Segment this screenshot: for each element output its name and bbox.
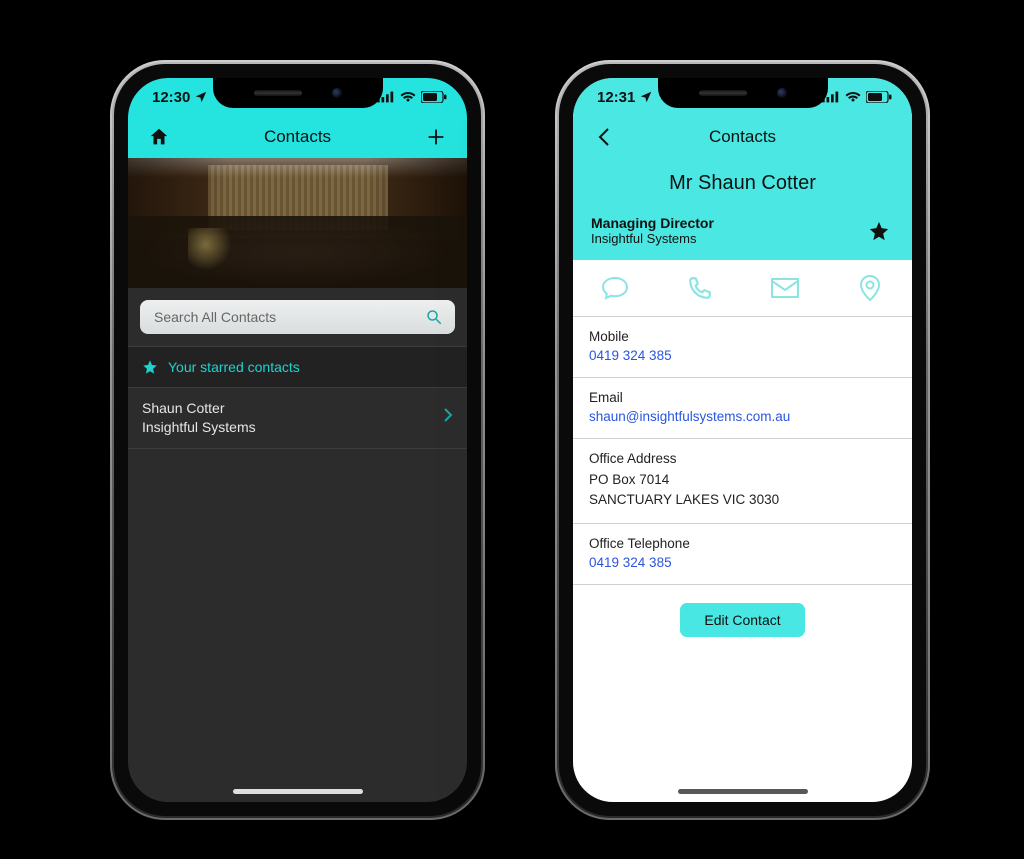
hero-image bbox=[128, 158, 467, 288]
detail-label: Office Telephone bbox=[589, 536, 896, 551]
starred-header: Your starred contacts bbox=[128, 346, 467, 388]
search-icon bbox=[425, 308, 443, 326]
back-button[interactable] bbox=[589, 122, 619, 152]
detail-mobile: Mobile 0419 324 385 bbox=[573, 317, 912, 378]
mobile-link[interactable]: 0419 324 385 bbox=[589, 348, 896, 363]
search-field[interactable] bbox=[140, 300, 455, 334]
email-link[interactable]: shaun@insightfulsystems.com.au bbox=[589, 409, 896, 424]
detail-label: Email bbox=[589, 390, 896, 405]
wifi-icon bbox=[845, 91, 861, 103]
star-toggle[interactable] bbox=[864, 216, 894, 246]
details-list: Mobile 0419 324 385 Email shaun@insightf… bbox=[573, 317, 912, 741]
detail-address: Office Address PO Box 7014 SANCTUARY LAK… bbox=[573, 439, 912, 524]
chevron-right-icon bbox=[443, 407, 453, 428]
starred-label: Your starred contacts bbox=[168, 359, 300, 375]
phone-contacts-list: 12:30 Contacts bbox=[110, 60, 485, 820]
address-line1: PO Box 7014 bbox=[589, 470, 896, 490]
star-icon bbox=[868, 220, 890, 242]
page-title: Contacts bbox=[619, 127, 866, 147]
home-button[interactable] bbox=[144, 122, 174, 152]
chevron-back-icon bbox=[597, 127, 611, 147]
location-arrow-icon bbox=[639, 90, 653, 104]
location-pin-icon bbox=[859, 274, 881, 302]
edit-contact-button[interactable]: Edit Contact bbox=[680, 603, 804, 637]
contact-company: Insightful Systems bbox=[591, 231, 714, 246]
home-icon bbox=[148, 126, 170, 148]
battery-icon bbox=[866, 91, 892, 103]
contact-role: Managing Director bbox=[591, 215, 714, 231]
message-action[interactable] bbox=[595, 268, 635, 308]
office-tel-link[interactable]: 0419 324 385 bbox=[589, 555, 896, 570]
contact-name: Shaun Cotter bbox=[142, 399, 256, 418]
add-contact-button[interactable] bbox=[421, 122, 451, 152]
navbar: Contacts bbox=[128, 116, 467, 158]
plus-icon bbox=[425, 126, 447, 148]
contact-row[interactable]: Shaun Cotter Insightful Systems bbox=[128, 388, 467, 449]
detail-email: Email shaun@insightfulsystems.com.au bbox=[573, 378, 912, 439]
home-indicator[interactable] bbox=[678, 789, 808, 794]
page-title: Contacts bbox=[174, 127, 421, 147]
address-line2: SANCTUARY LAKES VIC 3030 bbox=[589, 490, 896, 510]
detail-label: Mobile bbox=[589, 329, 896, 344]
contacts-body: Your starred contacts Shaun Cotter Insig… bbox=[128, 158, 467, 802]
mail-icon bbox=[770, 277, 800, 299]
email-action[interactable] bbox=[765, 268, 805, 308]
detail-label: Office Address bbox=[589, 451, 896, 466]
call-action[interactable] bbox=[680, 268, 720, 308]
search-input[interactable] bbox=[152, 308, 412, 326]
device-notch bbox=[213, 78, 383, 108]
star-icon bbox=[142, 359, 158, 375]
wifi-icon bbox=[400, 91, 416, 103]
contact-full-name: Mr Shaun Cotter bbox=[573, 158, 912, 215]
battery-icon bbox=[421, 91, 447, 103]
home-indicator[interactable] bbox=[233, 789, 363, 794]
phone-contact-detail: 12:31 Contacts Mr Shau bbox=[555, 60, 930, 820]
detail-office-tel: Office Telephone 0419 324 385 bbox=[573, 524, 912, 585]
location-arrow-icon bbox=[194, 90, 208, 104]
status-time: 12:31 bbox=[597, 89, 635, 106]
map-action[interactable] bbox=[850, 268, 890, 308]
chat-bubble-icon bbox=[600, 275, 630, 301]
phone-icon bbox=[687, 275, 713, 301]
navbar: Contacts bbox=[573, 116, 912, 158]
status-time: 12:30 bbox=[152, 89, 190, 106]
action-row bbox=[573, 260, 912, 317]
device-notch bbox=[658, 78, 828, 108]
contact-company: Insightful Systems bbox=[142, 418, 256, 437]
